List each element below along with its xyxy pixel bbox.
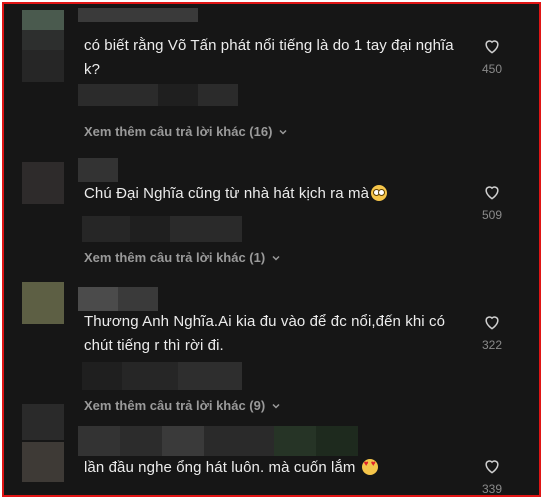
heart-icon (485, 40, 499, 54)
view-more-replies-button[interactable]: Xem thêm câu trả lời khác (1) (84, 250, 281, 265)
chevron-down-icon (272, 403, 280, 409)
username-blurred[interactable] (78, 8, 198, 22)
flushed-face-emoji (371, 185, 388, 201)
like-button[interactable]: 509 (474, 182, 510, 222)
comment-meta-blurred (78, 84, 238, 106)
avatar-placeholder (22, 50, 64, 82)
comments-panel: có biết rằng Võ Tấn phát nổi tiếng là do… (2, 2, 541, 497)
like-count: 450 (481, 62, 503, 76)
comment-meta-blurred (82, 362, 242, 390)
like-button[interactable]: 322 (474, 312, 510, 352)
avatar[interactable] (22, 282, 64, 324)
like-button[interactable]: 450 (474, 36, 510, 76)
heart-eyes-emoji (361, 459, 378, 475)
comment-text: lần đầu nghe ổng hát luôn. mà cuốn lắm (84, 456, 464, 480)
chevron-down-icon (272, 255, 280, 261)
heart-icon (485, 316, 499, 330)
like-count: 322 (481, 338, 503, 352)
avatar[interactable] (22, 10, 64, 50)
username-blurred[interactable] (78, 158, 118, 182)
comment-text: Thương Anh Nghĩa.Ai kia đu vào để đc nổi… (84, 313, 446, 354)
heart-icon (485, 186, 499, 200)
like-count: 509 (481, 208, 503, 222)
heart-icon (485, 460, 499, 474)
like-button[interactable]: 339 (474, 456, 510, 496)
username-blurred[interactable] (78, 287, 158, 311)
chevron-down-icon (279, 129, 287, 135)
username-blurred[interactable] (78, 426, 358, 456)
like-count: 339 (481, 482, 503, 496)
comment-text: có biết rằng Võ Tấn phát nổi tiếng là do… (84, 37, 454, 78)
view-more-replies-button[interactable]: Xem thêm câu trả lời khác (9) (84, 398, 281, 413)
comment-text: Chú Đại Nghĩa cũng từ nhà hát kịch ra mà (84, 182, 464, 206)
comment-meta-blurred (82, 216, 242, 242)
avatar[interactable] (22, 162, 64, 204)
avatar-placeholder (22, 442, 64, 482)
avatar[interactable] (22, 404, 64, 440)
view-more-replies-button[interactable]: Xem thêm câu trả lời khác (16) (84, 124, 288, 139)
